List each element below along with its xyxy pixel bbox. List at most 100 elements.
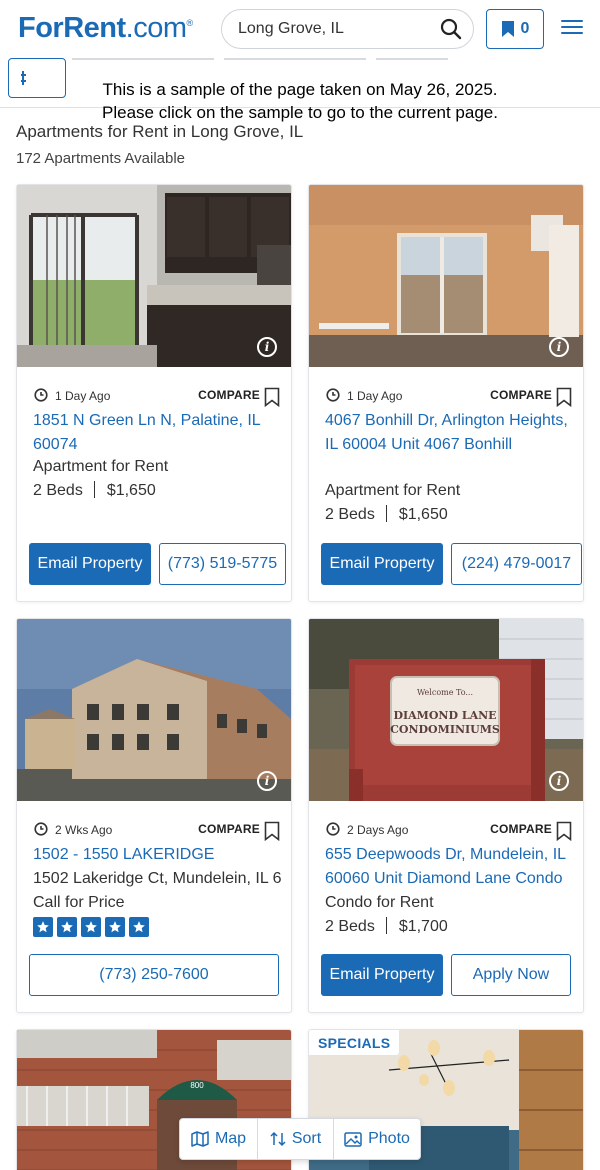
email-property-button[interactable]: Email Property [29, 543, 151, 585]
notice-line-2: Please click on the sample to go to the … [102, 103, 498, 122]
condo-sign-photo: Welcome To... DIAMOND LANE CONDOMINIUMS [309, 619, 583, 801]
photo-icon [344, 1131, 362, 1147]
star-icon [129, 917, 149, 937]
listing-photo[interactable]: Welcome To... DIAMOND LANE CONDOMINIUMS … [309, 619, 583, 801]
posted-time: 1 Day Ago [347, 389, 403, 403]
listing-meta: 1 Day Ago COMPARE [326, 387, 572, 407]
compare-label[interactable]: COMPARE [198, 388, 260, 402]
info-icon[interactable]: i [257, 337, 277, 357]
map-icon [191, 1131, 209, 1147]
property-type: Apartment for Rent [325, 482, 461, 499]
notice-line-1: This is a sample of the page taken on Ma… [102, 80, 498, 99]
star-rating [33, 917, 149, 937]
star-icon [57, 917, 77, 937]
street-address: 1502 Lakeridge Ct, Mundelein, IL 60060 [33, 870, 281, 887]
listing-meta: 2 Wks Ago COMPARE [34, 821, 280, 841]
listing-meta: 1 Day Ago COMPARE [34, 387, 280, 407]
star-icon [33, 917, 53, 937]
sort-arrows-icon [270, 1131, 286, 1147]
filter-chip[interactable] [376, 58, 448, 60]
info-icon[interactable]: i [549, 337, 569, 357]
bookmark-outline-icon[interactable] [556, 821, 572, 841]
filter-chip[interactable] [72, 58, 214, 60]
bookmark-outline-icon[interactable] [264, 387, 280, 407]
apply-now-button[interactable]: Apply Now [451, 954, 571, 996]
beds: 2 Beds [33, 482, 83, 499]
saved-count: 0 [520, 20, 530, 37]
price: $1,650 [398, 506, 448, 523]
listing-card[interactable]: i 1 Day Ago COMPARE 1851 N Green Ln N, P… [16, 184, 292, 602]
email-property-button[interactable]: Email Property [321, 954, 443, 996]
listing-meta: 2 Days Ago COMPARE [326, 821, 572, 841]
clock-icon [326, 388, 340, 402]
beds: 2 Beds [325, 918, 375, 935]
bookmark-icon [501, 21, 514, 37]
beds-price: 2 Beds $1,700 [325, 915, 573, 939]
bookmark-outline-icon[interactable] [264, 821, 280, 841]
search-icon[interactable] [440, 18, 462, 40]
compare-label[interactable]: COMPARE [490, 388, 552, 402]
bookmark-outline-icon[interactable] [556, 387, 572, 407]
hamburger-menu-icon[interactable] [561, 20, 583, 38]
posted-time: 2 Days Ago [347, 823, 409, 837]
email-property-button[interactable]: Email Property [321, 543, 443, 585]
price: $1,650 [106, 482, 156, 499]
sign-name-line-2: CONDOMINIUMS [390, 723, 500, 736]
archive-sample-notice[interactable]: This is a sample of the page taken on Ma… [0, 78, 600, 124]
listing-address-link[interactable]: 1851 N Green Ln N, Palatine, IL 60074 [33, 409, 281, 457]
clock-icon [34, 822, 48, 836]
listing-address-link[interactable]: 655 Deepwoods Dr, Mundelein, IL 60060 Un… [325, 843, 573, 891]
logo-dotcom: .com [125, 12, 187, 44]
logo-registered-mark: ® [186, 18, 194, 28]
posted-time: 2 Wks Ago [55, 823, 113, 837]
beds: 2 Beds [325, 506, 375, 523]
listing-address-link[interactable]: 4067 Bonhill Dr, Arlington Heights, IL 6… [325, 409, 573, 457]
saved-listings-button[interactable]: 0 [486, 9, 544, 49]
property-type: Apartment for Rent [33, 458, 169, 475]
listing-card[interactable]: Welcome To... DIAMOND LANE CONDOMINIUMS … [308, 618, 584, 1013]
photo-label: Photo [368, 1130, 410, 1147]
clock-icon [326, 822, 340, 836]
star-icon [105, 917, 125, 937]
info-icon[interactable]: i [549, 771, 569, 791]
site-header: ForRent.com® 0 [0, 0, 600, 60]
location-search-input[interactable] [238, 20, 423, 38]
townhomes-photo [17, 619, 291, 801]
listing-photo[interactable]: i [17, 185, 291, 367]
info-icon[interactable]: i [257, 771, 277, 791]
building-number-text: 800 [190, 1081, 204, 1090]
logo-main: ForRent [18, 12, 126, 44]
page-title: Apartments for Rent in Long Grove, IL [16, 122, 304, 141]
filter-chip[interactable] [224, 58, 366, 60]
sign-welcome-text: Welcome To... [417, 688, 473, 697]
listing-name-link[interactable]: 1502 - 1550 LAKERIDGE [33, 843, 281, 867]
property-type: Condo for Rent [325, 894, 434, 911]
phone-button[interactable]: (773) 519-5775 [159, 543, 286, 585]
compare-label[interactable]: COMPARE [198, 822, 260, 836]
specials-badge: SPECIALS [309, 1030, 400, 1055]
sign-name-line-1: DIAMOND LANE [393, 709, 496, 722]
living-room-photo [309, 185, 583, 367]
map-view-button[interactable]: Map [180, 1119, 258, 1159]
posted-time: 1 Day Ago [55, 389, 111, 403]
beds-price: 2 Beds $1,650 [325, 503, 573, 527]
results-count: 172 Apartments Available [16, 150, 186, 167]
phone-button[interactable]: (773) 250-7600 [29, 954, 279, 996]
clock-icon [34, 388, 48, 402]
compare-label[interactable]: COMPARE [490, 822, 552, 836]
kitchen-photo [17, 185, 291, 367]
listing-photo[interactable]: i [309, 185, 583, 367]
location-search[interactable] [221, 9, 474, 49]
forrent-logo[interactable]: ForRent.com® [18, 12, 193, 45]
map-label: Map [214, 1130, 247, 1147]
sort-button[interactable]: Sort [258, 1119, 334, 1159]
bottom-action-bar: Map Sort Photo [179, 1118, 421, 1160]
beds-price: 2 Beds $1,650 [33, 479, 281, 503]
listing-card[interactable]: i 1 Day Ago COMPARE 4067 Bonhill Dr, Arl… [308, 184, 584, 602]
phone-button[interactable]: (224) 479-0017 [451, 543, 582, 585]
star-icon [81, 917, 101, 937]
photo-view-button[interactable]: Photo [334, 1119, 420, 1159]
price: $1,700 [398, 918, 448, 935]
listing-card[interactable]: i 2 Wks Ago COMPARE 1502 - 1550 LAKERIDG… [16, 618, 292, 1013]
listing-photo[interactable]: i [17, 619, 291, 801]
